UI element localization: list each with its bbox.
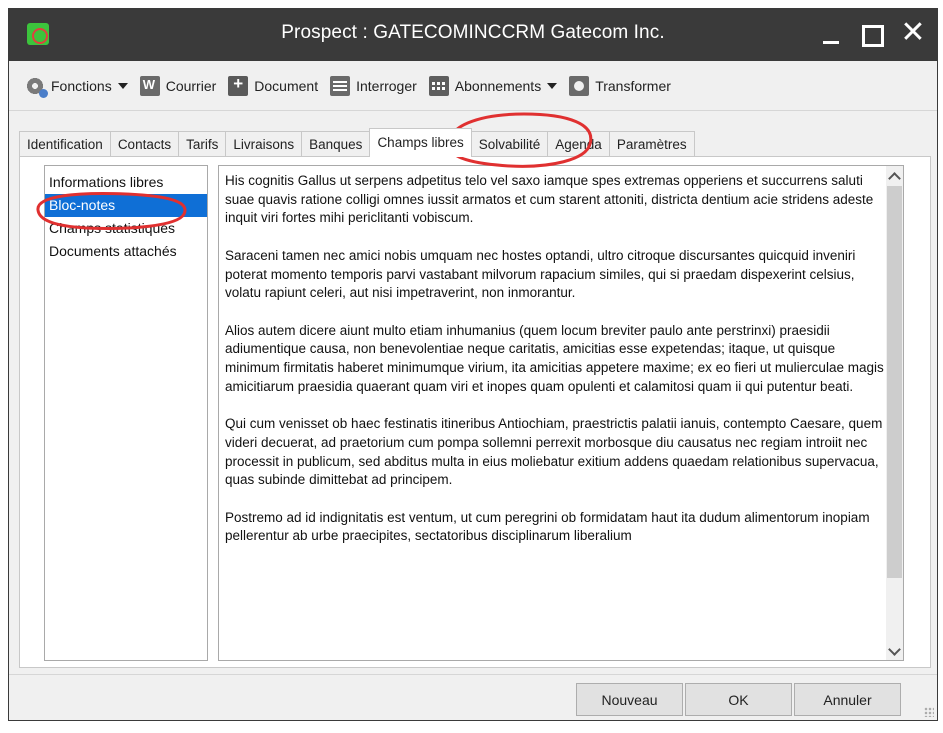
- gear-icon: [25, 75, 48, 98]
- tab-agenda[interactable]: Agenda: [547, 131, 610, 157]
- document-label: Document: [254, 77, 319, 94]
- calendar-icon: [428, 75, 449, 96]
- chevron-down-icon: [547, 82, 558, 89]
- list-item-informations-libres[interactable]: Informations libres: [45, 171, 207, 194]
- prospect-window: Prospect : GATECOMINCCRM Gatecom Inc. ✕ …: [8, 8, 938, 721]
- ok-button[interactable]: OK: [685, 683, 792, 716]
- scroll-thumb[interactable]: [887, 186, 902, 578]
- tab-parametres[interactable]: Paramètres: [608, 131, 695, 157]
- document-button[interactable]: Document: [228, 74, 319, 96]
- title-bar[interactable]: Prospect : GATECOMINCCRM Gatecom Inc. ✕: [9, 9, 937, 61]
- tab-tarifs[interactable]: Tarifs: [178, 131, 227, 157]
- nouveau-button[interactable]: Nouveau: [576, 683, 683, 716]
- notes-content[interactable]: His cognitis Gallus ut serpens adpetitus…: [225, 172, 889, 654]
- courrier-label: Courrier: [165, 77, 217, 94]
- abonnements-menu-button[interactable]: Abonnements: [428, 75, 558, 96]
- notes-textarea[interactable]: His cognitis Gallus ut serpens adpetitus…: [218, 165, 904, 661]
- transformer-button[interactable]: Transformer: [569, 75, 671, 96]
- word-document-icon: [139, 75, 160, 96]
- minimize-button[interactable]: [813, 17, 849, 51]
- tab-contacts[interactable]: Contacts: [109, 131, 180, 157]
- champs-libres-panel: Informations libres Bloc-notes Champs st…: [19, 156, 931, 668]
- notes-paragraph: Alios autem dicere aiunt multo etiam inh…: [225, 322, 884, 394]
- fonctions-label: Fonctions: [51, 77, 112, 94]
- abonnements-label: Abonnements: [454, 77, 542, 94]
- tab-identification[interactable]: Identification: [19, 131, 111, 157]
- tab-solvabilite[interactable]: Solvabilité: [470, 131, 549, 157]
- window-title: Prospect : GATECOMINCCRM Gatecom Inc.: [281, 22, 665, 43]
- courrier-button[interactable]: Courrier: [139, 75, 217, 96]
- scroll-up-arrow-icon[interactable]: [886, 166, 903, 184]
- tab-banques[interactable]: Banques: [301, 131, 371, 157]
- toolbar: Fonctions Courrier Document Interroger A…: [9, 61, 937, 111]
- section-list: Informations libres Bloc-notes Champs st…: [44, 165, 208, 661]
- notes-paragraph: Qui cum venisset ob haec festinatis itin…: [225, 416, 883, 488]
- interroger-label: Interroger: [356, 77, 417, 94]
- list-item-documents-attaches[interactable]: Documents attachés: [45, 240, 207, 263]
- list-item-champs-statistiques[interactable]: Champs statistiques: [45, 217, 207, 240]
- transform-icon: [569, 75, 590, 96]
- scroll-down-arrow-icon[interactable]: [886, 642, 903, 660]
- tab-strip: Identification Contacts Tarifs Livraison…: [19, 128, 695, 157]
- annuler-button[interactable]: Annuler: [794, 683, 901, 716]
- notes-paragraph: His cognitis Gallus ut serpens adpetitus…: [225, 173, 874, 226]
- resize-grip-icon[interactable]: [924, 707, 934, 717]
- tab-champs-libres[interactable]: Champs libres: [369, 128, 472, 157]
- notes-paragraph: Saraceni tamen nec amici nobis umquam ne…: [225, 247, 856, 301]
- close-button[interactable]: ✕: [895, 17, 931, 51]
- notes-paragraph: Postremo ad id indignitatis est ventum, …: [225, 509, 870, 544]
- vertical-scrollbar[interactable]: [886, 166, 903, 660]
- footer-divider: [9, 674, 937, 675]
- fonctions-menu-button[interactable]: Fonctions: [25, 75, 128, 98]
- chevron-down-icon: [117, 82, 128, 89]
- add-document-icon: [228, 74, 249, 96]
- tab-livraisons[interactable]: Livraisons: [225, 131, 303, 157]
- interroger-button[interactable]: Interroger: [330, 75, 417, 96]
- transformer-label: Transformer: [595, 77, 671, 94]
- query-list-icon: [330, 75, 351, 96]
- maximize-button[interactable]: [853, 17, 889, 51]
- list-item-bloc-notes[interactable]: Bloc-notes: [45, 194, 207, 217]
